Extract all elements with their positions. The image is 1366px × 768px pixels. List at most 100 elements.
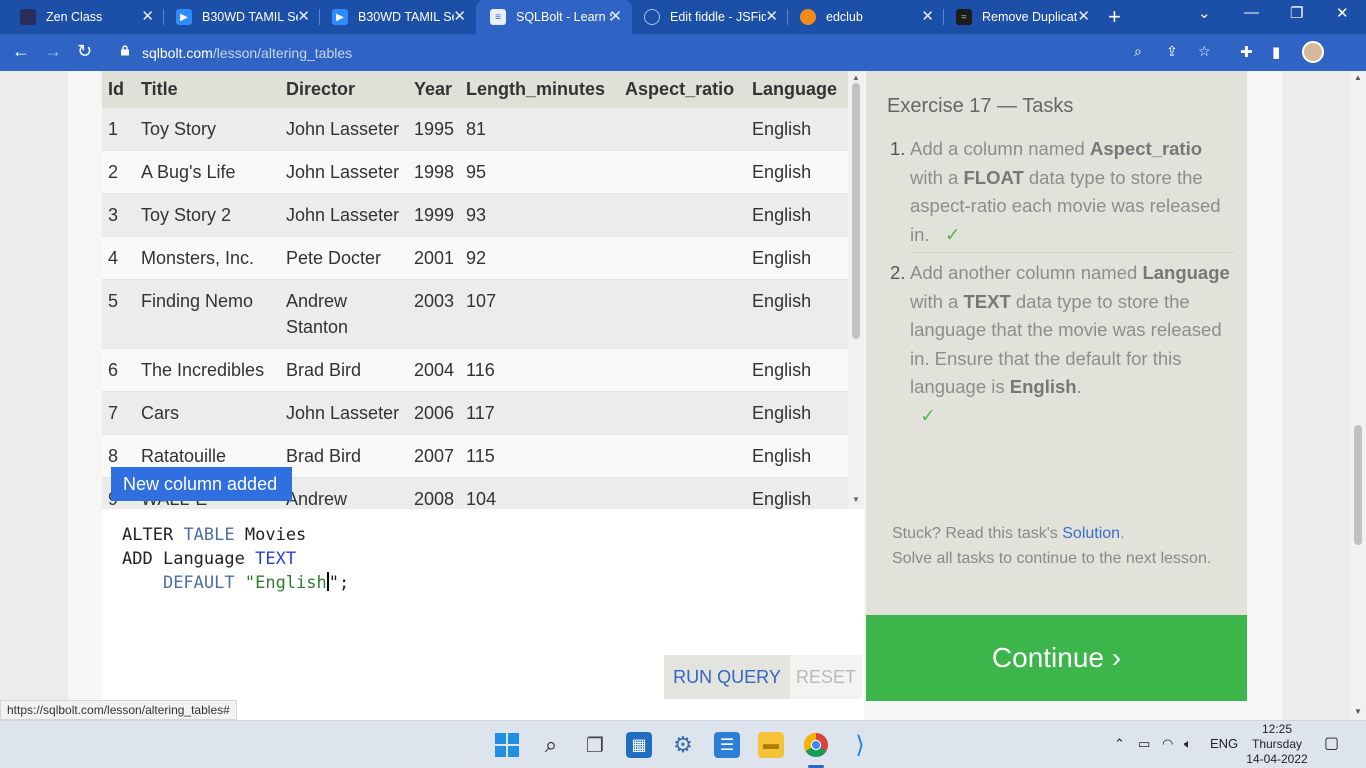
close-icon[interactable]: ✕ (1077, 9, 1090, 25)
table-row: 1 Toy Story John Lasseter 1995 81 Englis… (102, 108, 848, 151)
scroll-down-icon[interactable]: ▼ (1354, 707, 1362, 716)
chrome-icon[interactable] (803, 732, 829, 758)
results-table: Id Title Director Year Length_minutes As… (102, 71, 848, 509)
tab-zoom-1[interactable]: ▶ B30WD TAMIL Se ✕ (162, 0, 320, 34)
tab-edclub[interactable]: edclub ✕ (786, 0, 944, 34)
tab-search-icon[interactable]: ⌄ (1198, 4, 1211, 22)
cell-director: John Lasseter (280, 391, 408, 435)
database-icon: ≡ (490, 9, 506, 25)
reset-button[interactable]: RESET (790, 655, 862, 699)
continue-button[interactable]: Continue › (866, 615, 1247, 701)
show-hidden-icons-icon[interactable]: ⌃ (1114, 736, 1125, 752)
wifi-icon[interactable]: ◠ (1162, 736, 1173, 752)
cell-year: 1999 (408, 193, 461, 237)
page-scrollbar[interactable]: ▲ ▼ (1350, 71, 1366, 720)
task-number: 2. (890, 262, 906, 283)
cell-director: Brad Bird (280, 348, 408, 392)
cell-director: Andrew Stanton (280, 477, 408, 509)
tab-zen-class[interactable]: Zen Class ✕ (6, 0, 164, 34)
tab-jsfiddle[interactable]: Edit fiddle - JSFid ✕ (630, 0, 788, 34)
file-explorer-icon[interactable]: ▬ (758, 732, 784, 758)
zoom-lens-icon[interactable]: ⌕ (1134, 43, 1142, 60)
volume-icon[interactable]: 🔈︎ (1184, 736, 1192, 752)
close-icon[interactable]: ✕ (921, 9, 934, 25)
table-row: 6 The Incredibles Brad Bird 2004 116 Eng… (102, 348, 848, 392)
forward-icon[interactable]: → (44, 41, 62, 62)
flame-icon (800, 9, 816, 25)
scroll-up-icon[interactable]: ▲ (1354, 73, 1362, 82)
new-tab-icon[interactable]: + (1108, 4, 1121, 30)
solution-link[interactable]: Solution (1062, 525, 1120, 542)
geeks-icon: ≈ (956, 9, 972, 25)
cell-director: John Lasseter (280, 108, 408, 151)
column-header: Year (408, 71, 461, 108)
cell-aspect-ratio (619, 477, 747, 509)
close-icon[interactable]: ✕ (297, 9, 310, 25)
task-item: 1. Add a column named Aspect_ratio with … (890, 135, 1240, 249)
cell-id: 5 (102, 279, 135, 349)
notification-icon[interactable]: ▢ (1324, 733, 1339, 753)
tab-remove-duplicates[interactable]: ≈ Remove Duplicat ✕ (942, 0, 1100, 34)
side-panel-icon[interactable]: ▮ (1272, 43, 1280, 61)
task-emphasis: TEXT (963, 290, 1011, 312)
code-keyword: ADD (122, 549, 153, 569)
cell-language: English (746, 279, 848, 349)
code-identifier: Movies (244, 525, 307, 545)
task-emphasis: English (1009, 376, 1077, 397)
column-header: Id (102, 71, 135, 108)
cell-year: 2006 (408, 391, 461, 435)
reload-icon[interactable]: ↻ (77, 41, 92, 62)
language-indicator[interactable]: ENG (1210, 736, 1238, 751)
scrollbar-thumb[interactable] (1354, 425, 1362, 545)
minimize-icon[interactable]: — (1244, 4, 1259, 21)
search-icon[interactable]: ⌕ (538, 732, 564, 758)
windows-start-icon[interactable] (494, 732, 520, 758)
vscode-icon[interactable]: ⟩ (847, 732, 873, 759)
task-text-part: Add a column named (910, 138, 1090, 159)
task-text-part: with a (910, 166, 964, 188)
notepad-icon[interactable]: ☰ (714, 732, 740, 758)
table-row: 4 Monsters, Inc. Pete Docter 2001 92 Eng… (102, 236, 848, 280)
bookmark-star-icon[interactable]: ☆ (1198, 43, 1211, 60)
cell-title: Toy Story (135, 108, 280, 151)
widgets-icon[interactable]: ▦ (626, 732, 652, 758)
window-close-icon[interactable]: ✕ (1336, 4, 1349, 22)
extensions-icon[interactable]: ✚ (1240, 43, 1253, 61)
close-icon[interactable]: ✕ (141, 9, 154, 25)
settings-icon[interactable]: ⚙ (670, 732, 696, 758)
code-string: "English (244, 573, 327, 593)
cell-length: 93 (460, 193, 620, 237)
cell-year: 2001 (408, 236, 461, 280)
close-icon[interactable]: ✕ (765, 9, 778, 25)
code-input[interactable]: ALTER TABLE Movies ADD Language TEXT DEF… (122, 523, 349, 595)
run-query-button[interactable]: RUN QUERY (664, 655, 790, 699)
clock-day: Thursday (1251, 737, 1303, 751)
code-string-end: "; (328, 573, 350, 593)
tab-label: Edit fiddle - JSFid (670, 10, 766, 24)
cell-id: 3 (102, 193, 135, 237)
cell-year: 2003 (408, 279, 461, 349)
restore-icon[interactable]: ❐ (1290, 4, 1303, 22)
check-icon: ✓ (920, 404, 936, 426)
close-icon[interactable]: ✕ (609, 9, 622, 25)
scroll-up-icon[interactable]: ▲ (852, 73, 860, 82)
close-icon[interactable]: ✕ (453, 9, 466, 25)
sql-editor[interactable]: ALTER TABLE Movies ADD Language TEXT DEF… (102, 509, 864, 720)
task-view-icon[interactable]: ❐ (582, 732, 608, 758)
address-bar[interactable]: sqlbolt.com/lesson/altering_tables ⌕ ⇪ ☆ (110, 39, 1226, 66)
cell-id: 6 (102, 348, 135, 392)
avatar[interactable] (1302, 41, 1324, 63)
scroll-down-icon[interactable]: ▼ (852, 495, 860, 504)
cell-director: John Lasseter (280, 193, 408, 237)
results-scrollbar[interactable]: ▲ ▼ (848, 71, 864, 509)
back-icon[interactable]: ← (12, 41, 30, 62)
tab-sqlbolt[interactable]: ≡ SQLBolt - Learn S ✕ (476, 0, 632, 34)
system-clock[interactable]: 12:25 Thursday 14-04-2022 (1244, 722, 1310, 767)
battery-icon[interactable]: ▭ (1138, 736, 1150, 752)
tab-zoom-2[interactable]: ▶ B30WD TAMIL Se ✕ (318, 0, 476, 34)
scrollbar-thumb[interactable] (852, 83, 860, 339)
share-icon[interactable]: ⇪ (1166, 43, 1178, 60)
task-text: Add a column named Aspect_ratio with a F… (910, 135, 1240, 249)
cell-length: 104 (460, 477, 620, 509)
jsfiddle-icon (644, 9, 660, 25)
